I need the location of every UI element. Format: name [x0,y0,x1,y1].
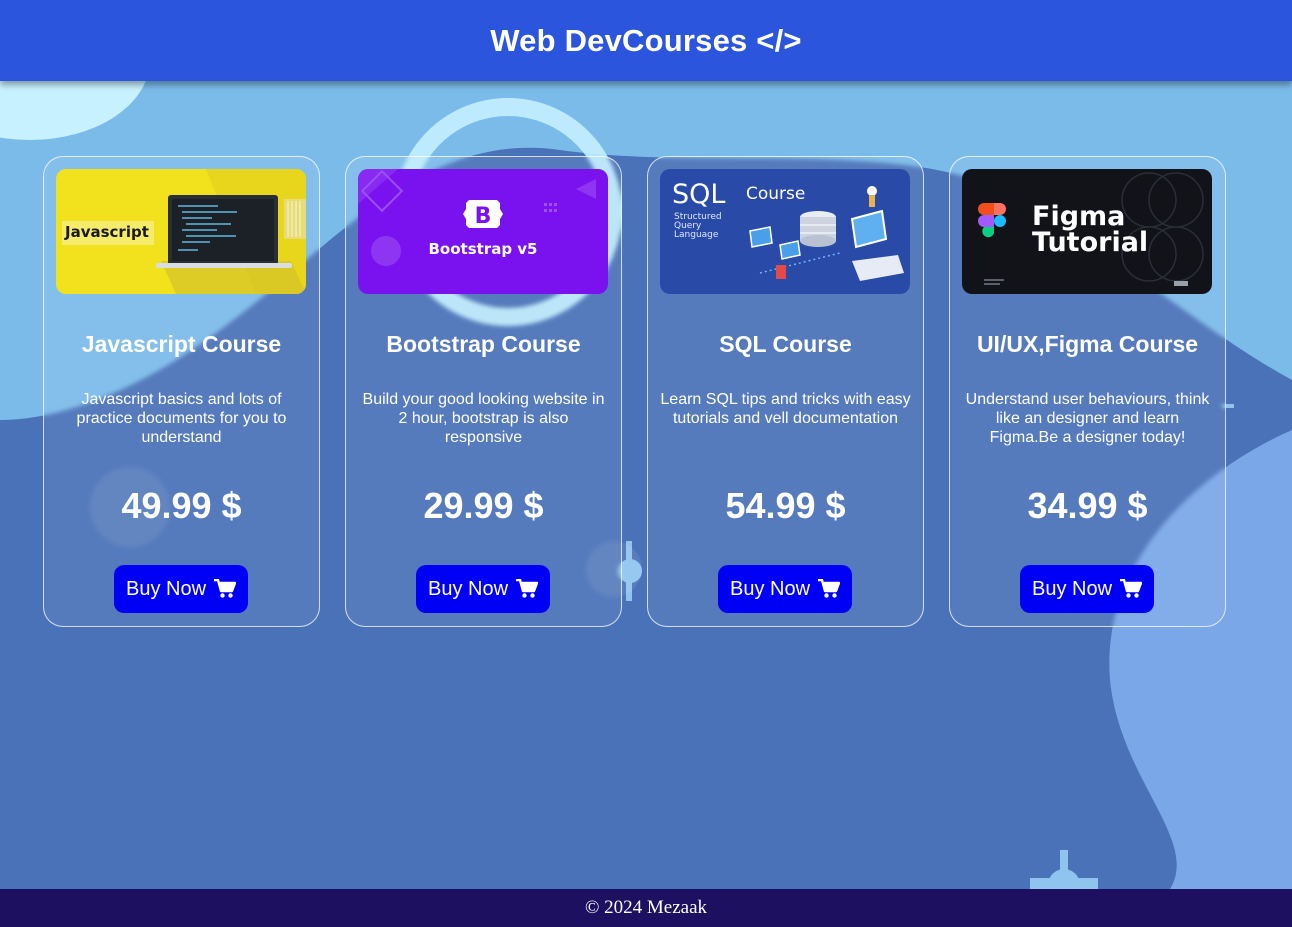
course-title: Bootstrap Course [386,331,581,357]
site-footer: © 2024 Mezaak [0,889,1292,927]
course-price: 54.99 $ [725,485,846,526]
site-title: Web DevCourses </> [490,22,802,58]
svg-text:Language: Language [674,230,719,240]
course-card-figma: Figma Tutorial UI/UX,Figma Course Unders… [949,156,1226,627]
course-price: 49.99 $ [121,485,242,526]
shopping-cart-icon [214,579,237,598]
site-header: Web DevCourses </> [0,0,1292,81]
buy-now-label: Buy Now [125,577,207,600]
buy-now-label: Buy Now [729,577,811,600]
svg-text:SQL: SQL [672,179,725,210]
shopping-cart-icon [1120,579,1143,598]
course-price: 29.99 $ [423,485,544,526]
shopping-cart-icon [818,579,841,598]
course-thumbnail-bootstrap: B Bootstrap v5 [358,169,608,294]
course-price: 34.99 $ [1027,485,1148,526]
svg-text:Course: Course [746,184,805,204]
course-description: Build your good looking website in 2 hou… [362,391,605,446]
course-description: Javascript basics and lots of practice d… [76,391,287,446]
svg-text:Bootstrap v5: Bootstrap v5 [428,240,537,258]
course-list: Javascript Javascript Course Javascript … [0,0,1292,927]
shopping-cart-icon [516,579,539,598]
buy-now-button[interactable]: Buy Now [114,565,248,613]
course-card-javascript: Javascript Javascript Course Javascript … [43,156,320,627]
copyright-text: © 2024 Mezaak [584,897,708,918]
course-description: Learn SQL tips and tricks with easy tuto… [660,391,911,427]
buy-now-label: Buy Now [427,577,509,600]
buy-now-button[interactable]: Buy Now [416,565,550,613]
course-card-bootstrap: B Bootstrap v5 Bootstrap Course Build yo… [345,156,622,627]
course-thumbnail-figma: Figma Tutorial [962,169,1212,294]
course-thumbnail-sql: SQL Course Structured Query Language [660,169,910,294]
course-card-sql: SQL Course Structured Query Language SQL… [647,156,924,627]
course-title: UI/UX,Figma Course [976,331,1199,357]
course-thumbnail-javascript: Javascript [56,169,306,294]
course-title: SQL Course [719,331,852,357]
svg-text:Javascript: Javascript [64,223,149,241]
course-title: Javascript Course [81,331,282,357]
svg-text:Tutorial: Tutorial [1032,227,1148,258]
svg-text:B: B [475,204,492,229]
course-description: Understand user behaviours, think like a… [965,391,1210,446]
buy-now-label: Buy Now [1031,577,1113,600]
buy-now-button[interactable]: Buy Now [1020,565,1154,613]
buy-now-button[interactable]: Buy Now [718,565,852,613]
